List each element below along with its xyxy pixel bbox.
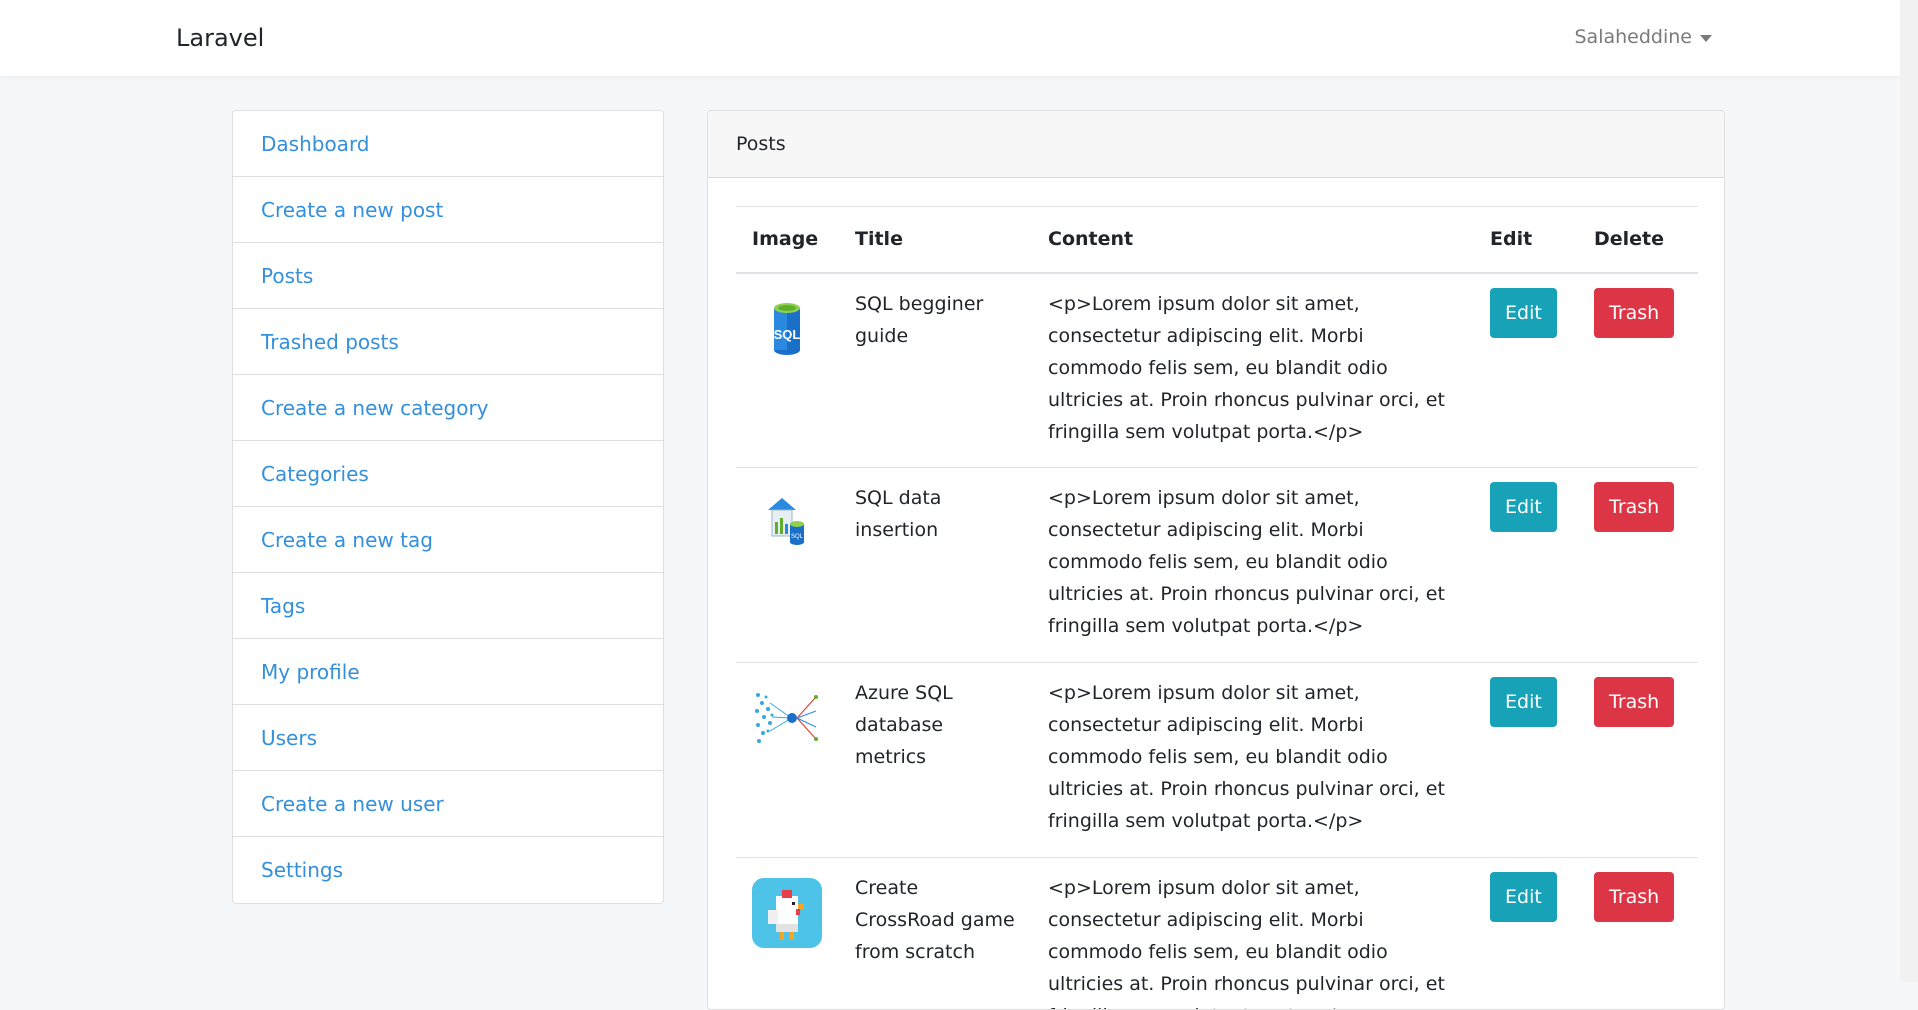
trash-button[interactable]: Trash	[1594, 872, 1674, 922]
table-row: SQL SQL begginer guide <p>Lorem ipsum do…	[736, 273, 1698, 468]
trash-button[interactable]: Trash	[1594, 677, 1674, 727]
sidebar-item-tags[interactable]: Tags	[233, 573, 663, 639]
table-header-row: Image Title Content Edit Delete	[736, 207, 1698, 273]
sidebar-item-create-tag[interactable]: Create a new tag	[233, 507, 663, 573]
post-content: <p>Lorem ipsum dolor sit amet, consectet…	[1032, 468, 1474, 663]
azure-metrics-icon	[752, 683, 822, 753]
sidebar-item-posts[interactable]: Posts	[233, 243, 663, 309]
sidebar-item-trashed-posts[interactable]: Trashed posts	[233, 309, 663, 375]
user-name: Salaheddine	[1575, 26, 1693, 48]
sidebar-item-create-category[interactable]: Create a new category	[233, 375, 663, 441]
edit-button[interactable]: Edit	[1490, 677, 1557, 727]
sql-data-warehouse-icon: SQL	[752, 488, 822, 558]
crossroad-chicken-icon	[752, 878, 822, 948]
post-title: SQL begginer guide	[839, 273, 1032, 468]
posts-table: Image Title Content Edit Delete	[736, 206, 1698, 1010]
post-title: SQL data insertion	[839, 468, 1032, 663]
sidebar-item-users[interactable]: Users	[233, 705, 663, 771]
trash-button[interactable]: Trash	[1594, 288, 1674, 338]
trash-button[interactable]: Trash	[1594, 482, 1674, 532]
sidebar-item-settings[interactable]: Settings	[233, 837, 663, 903]
table-row: Create CrossRoad game from scratch <p>Lo…	[736, 858, 1698, 1010]
post-content: <p>Lorem ipsum dolor sit amet, consectet…	[1032, 273, 1474, 468]
svg-text:SQL: SQL	[791, 534, 804, 540]
sidebar-item-create-post[interactable]: Create a new post	[233, 177, 663, 243]
column-header-title: Title	[839, 207, 1032, 273]
caret-down-icon	[1700, 35, 1712, 42]
column-header-edit: Edit	[1474, 207, 1578, 273]
scrollbar[interactable]	[1900, 0, 1918, 982]
post-content: <p>Lorem ipsum dolor sit amet, consectet…	[1032, 858, 1474, 1010]
edit-button[interactable]: Edit	[1490, 872, 1557, 922]
table-row: Azure SQL database metrics <p>Lorem ipsu…	[736, 663, 1698, 858]
column-header-delete: Delete	[1578, 207, 1698, 273]
column-header-image: Image	[736, 207, 839, 273]
sidebar-item-profile[interactable]: My profile	[233, 639, 663, 705]
sidebar-item-dashboard[interactable]: Dashboard	[233, 111, 663, 177]
post-title: Create CrossRoad game from scratch	[839, 858, 1032, 1010]
post-title: Azure SQL database metrics	[839, 663, 1032, 858]
brand-link[interactable]: Laravel	[176, 24, 264, 52]
sidebar-item-create-user[interactable]: Create a new user	[233, 771, 663, 837]
edit-button[interactable]: Edit	[1490, 288, 1557, 338]
edit-button[interactable]: Edit	[1490, 482, 1557, 532]
user-dropdown[interactable]: Salaheddine	[1575, 26, 1713, 48]
top-navbar: Laravel Salaheddine	[0, 0, 1900, 76]
svg-text:SQL: SQL	[774, 327, 801, 342]
sidebar-item-categories[interactable]: Categories	[233, 441, 663, 507]
card-header: Posts	[708, 111, 1724, 178]
table-row: SQL SQL data insertion <p>Lorem ipsum do…	[736, 468, 1698, 663]
column-header-content: Content	[1032, 207, 1474, 273]
posts-card: Posts Image Title Content Edit Delete	[707, 110, 1725, 1010]
sql-database-icon: SQL	[752, 294, 822, 364]
post-content: <p>Lorem ipsum dolor sit amet, consectet…	[1032, 663, 1474, 858]
sidebar: Dashboard Create a new post Posts Trashe…	[232, 110, 664, 904]
